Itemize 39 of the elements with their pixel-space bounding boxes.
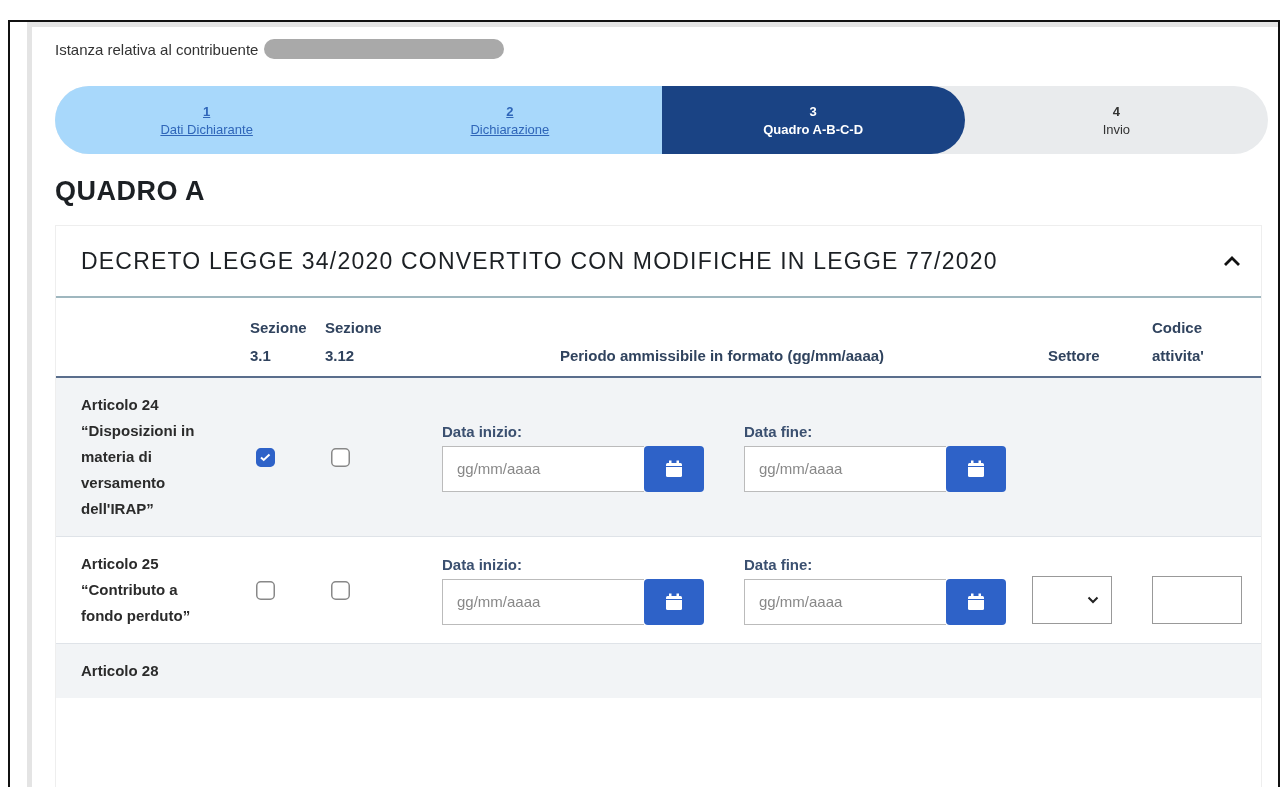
column-header: Settore <box>1048 346 1100 366</box>
intro-text: Istanza relativa al contribuente <box>55 40 259 58</box>
calendar-button[interactable] <box>644 578 704 625</box>
codice-input[interactable] <box>1152 576 1242 624</box>
column-header: Codice attivita' <box>1152 318 1205 366</box>
wizard-step[interactable]: 1 Dati Dichiarante <box>55 86 359 154</box>
date-input[interactable]: gg/mm/aaaa <box>744 578 946 625</box>
column-header: Sezione 3.12 <box>325 318 383 366</box>
calendar-icon <box>665 459 683 478</box>
article-label: Articolo 28 <box>81 661 160 681</box>
calendar-icon <box>967 459 985 478</box>
section-title: QUADRO A <box>55 176 206 207</box>
date-label: Data fine: <box>744 422 814 440</box>
wizard-step[interactable]: 3 Quadro A-B-C-D <box>661 86 965 154</box>
accordion-title: DECRETO LEGGE 34/2020 CONVERTITO CON MODIFICHE IN LEGGE 77/2020 <box>81 247 998 275</box>
calendar-icon <box>665 592 683 611</box>
article-label: Articolo 24 “Disposizioni in materia di versamento dell'IRAP” <box>81 395 196 519</box>
column-header: Periodo ammissibile in formato (gg/mm/aaaa) <box>559 346 885 366</box>
calendar-button[interactable] <box>946 445 1006 492</box>
checkbox[interactable] <box>331 580 350 600</box>
date-input[interactable]: gg/mm/aaaa <box>744 445 946 492</box>
chevron-icon[interactable] <box>1223 255 1241 267</box>
date-input[interactable]: gg/mm/aaaa <box>442 445 644 492</box>
date-label: Data fine: <box>744 555 814 573</box>
calendar-icon <box>967 592 985 611</box>
wizard-step[interactable]: 4 Invio <box>964 86 1268 154</box>
date-label: Data inizio: <box>442 555 523 573</box>
checkbox[interactable] <box>331 447 350 467</box>
article-label: Articolo 25 “Contributo a fondo perduto” <box>81 554 192 626</box>
settore-select[interactable] <box>1032 576 1112 624</box>
calendar-button[interactable] <box>946 578 1006 625</box>
calendar-button[interactable] <box>644 445 704 492</box>
wizard-step[interactable]: 2 Dichiarazione <box>358 86 662 154</box>
date-input[interactable]: gg/mm/aaaa <box>442 578 644 625</box>
column-header: Sezione 3.1 <box>250 318 308 366</box>
checkbox[interactable] <box>256 580 275 600</box>
checkbox[interactable] <box>256 447 275 467</box>
chevron-down-icon <box>1087 596 1099 604</box>
date-label: Data inizio: <box>442 422 523 440</box>
